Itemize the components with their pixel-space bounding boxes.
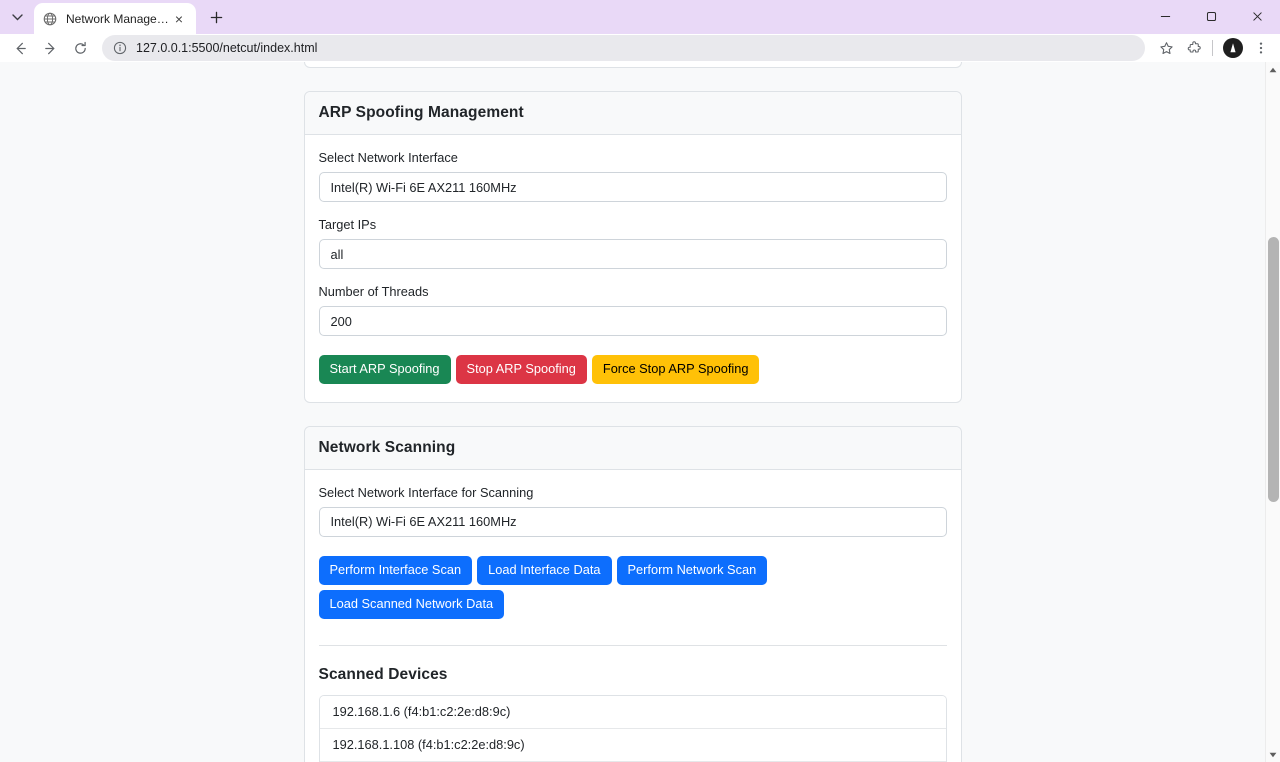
- load-interface-data-button[interactable]: Load Interface Data: [477, 555, 612, 585]
- back-arrow-icon[interactable]: [6, 34, 34, 62]
- arp-spoofing-card-body: Select Network Interface Target IPs Numb…: [305, 135, 961, 402]
- list-item[interactable]: 192.168.1.6 (f4:b1:c2:2e:d8:9c): [319, 695, 946, 729]
- scrollbar-track[interactable]: [1266, 77, 1280, 747]
- arp-spoofing-card-header: ARP Spoofing Management: [304, 92, 961, 135]
- network-scanning-card-header: Network Scanning: [304, 426, 961, 470]
- arp-spoofing-card: ARP Spoofing Management Select Network I…: [303, 91, 962, 403]
- stop-arp-spoofing-button[interactable]: Stop ARP Spoofing: [455, 355, 587, 384]
- window-maximize-button[interactable]: [1188, 0, 1234, 32]
- reload-icon[interactable]: [66, 34, 94, 62]
- close-icon[interactable]: ×: [170, 10, 188, 28]
- arp-interface-field: Select Network Interface: [318, 150, 947, 202]
- scanning-interface-input[interactable]: [318, 506, 947, 537]
- scanned-devices-title: Scanned Devices: [318, 665, 448, 683]
- start-arp-spoofing-button[interactable]: Start ARP Spoofing: [318, 355, 451, 384]
- browser-window: Network Management ×: [0, 0, 1280, 762]
- tab-title: Network Management: [66, 11, 170, 26]
- window-minimize-button[interactable]: [1142, 0, 1188, 32]
- extensions-puzzle-icon[interactable]: [1181, 35, 1207, 61]
- arp-interface-input[interactable]: [318, 172, 947, 202]
- scroll-up-arrow-icon[interactable]: [1266, 62, 1280, 77]
- toolbar-divider: [1212, 40, 1213, 56]
- scrollbar-thumb[interactable]: [1268, 237, 1279, 502]
- scanned-devices-divider: [318, 644, 947, 646]
- arp-button-row: Start ARP Spoofing Stop ARP Spoofing For…: [318, 355, 947, 384]
- previous-card-partial: [303, 62, 962, 68]
- new-tab-icon[interactable]: [202, 3, 230, 31]
- globe-icon: [42, 11, 58, 27]
- window-controls: [1142, 0, 1280, 32]
- scroll-down-arrow-icon[interactable]: [1266, 747, 1280, 762]
- network-scanning-card-body: Select Network Interface for Scanning Pe…: [305, 470, 961, 762]
- arp-target-ips-label: Target IPs: [318, 217, 377, 232]
- force-stop-arp-spoofing-button[interactable]: Force Stop ARP Spoofing: [591, 355, 760, 384]
- perform-network-scan-button[interactable]: Perform Network Scan: [616, 555, 768, 585]
- list-item[interactable]: 192.168.1.108 (f4:b1:c2:2e:d8:9c): [319, 728, 946, 762]
- network-scanning-card: Network Scanning Select Network Interfac…: [303, 425, 962, 762]
- address-bar[interactable]: 127.0.0.1:5500/netcut/index.html: [102, 35, 1145, 61]
- browser-menu-icon[interactable]: [1248, 35, 1274, 61]
- arp-threads-field: Number of Threads: [318, 284, 947, 336]
- network-scanning-title: Network Scanning: [318, 438, 456, 456]
- tab-search-icon[interactable]: [3, 3, 31, 31]
- load-scanned-network-data-button[interactable]: Load Scanned Network Data: [318, 589, 505, 619]
- profile-avatar[interactable]: [1220, 35, 1246, 61]
- window-close-button[interactable]: [1234, 0, 1280, 32]
- arp-interface-label: Select Network Interface: [318, 150, 458, 165]
- arp-target-ips-input[interactable]: [318, 239, 947, 269]
- browser-toolbar: 127.0.0.1:5500/netcut/index.html: [0, 34, 1280, 62]
- perform-interface-scan-button[interactable]: Perform Interface Scan: [318, 555, 473, 585]
- arp-target-ips-field: Target IPs: [318, 217, 947, 269]
- arp-spoofing-title: ARP Spoofing Management: [318, 104, 524, 121]
- arp-threads-label: Number of Threads: [318, 284, 429, 299]
- scanned-devices-list: 192.168.1.6 (f4:b1:c2:2e:d8:9c) 192.168.…: [318, 694, 947, 762]
- scanning-interface-label: Select Network Interface for Scanning: [318, 484, 534, 500]
- address-bar-url: 127.0.0.1:5500/netcut/index.html: [136, 41, 318, 55]
- arp-threads-input[interactable]: [318, 306, 947, 336]
- page-viewport: ARP Spoofing Management Select Network I…: [0, 62, 1280, 762]
- scanning-button-row: Perform Interface Scan Load Interface Da…: [318, 555, 947, 619]
- page-scrollbar[interactable]: [1265, 62, 1280, 762]
- browser-tab-network-management[interactable]: Network Management ×: [34, 3, 196, 34]
- forward-arrow-icon[interactable]: [36, 34, 64, 62]
- info-circle-icon[interactable]: [112, 40, 128, 56]
- bookmark-star-icon[interactable]: [1153, 35, 1179, 61]
- tab-strip: Network Management ×: [0, 0, 1280, 34]
- scanning-interface-field: Select Network Interface for Scanning: [318, 484, 947, 537]
